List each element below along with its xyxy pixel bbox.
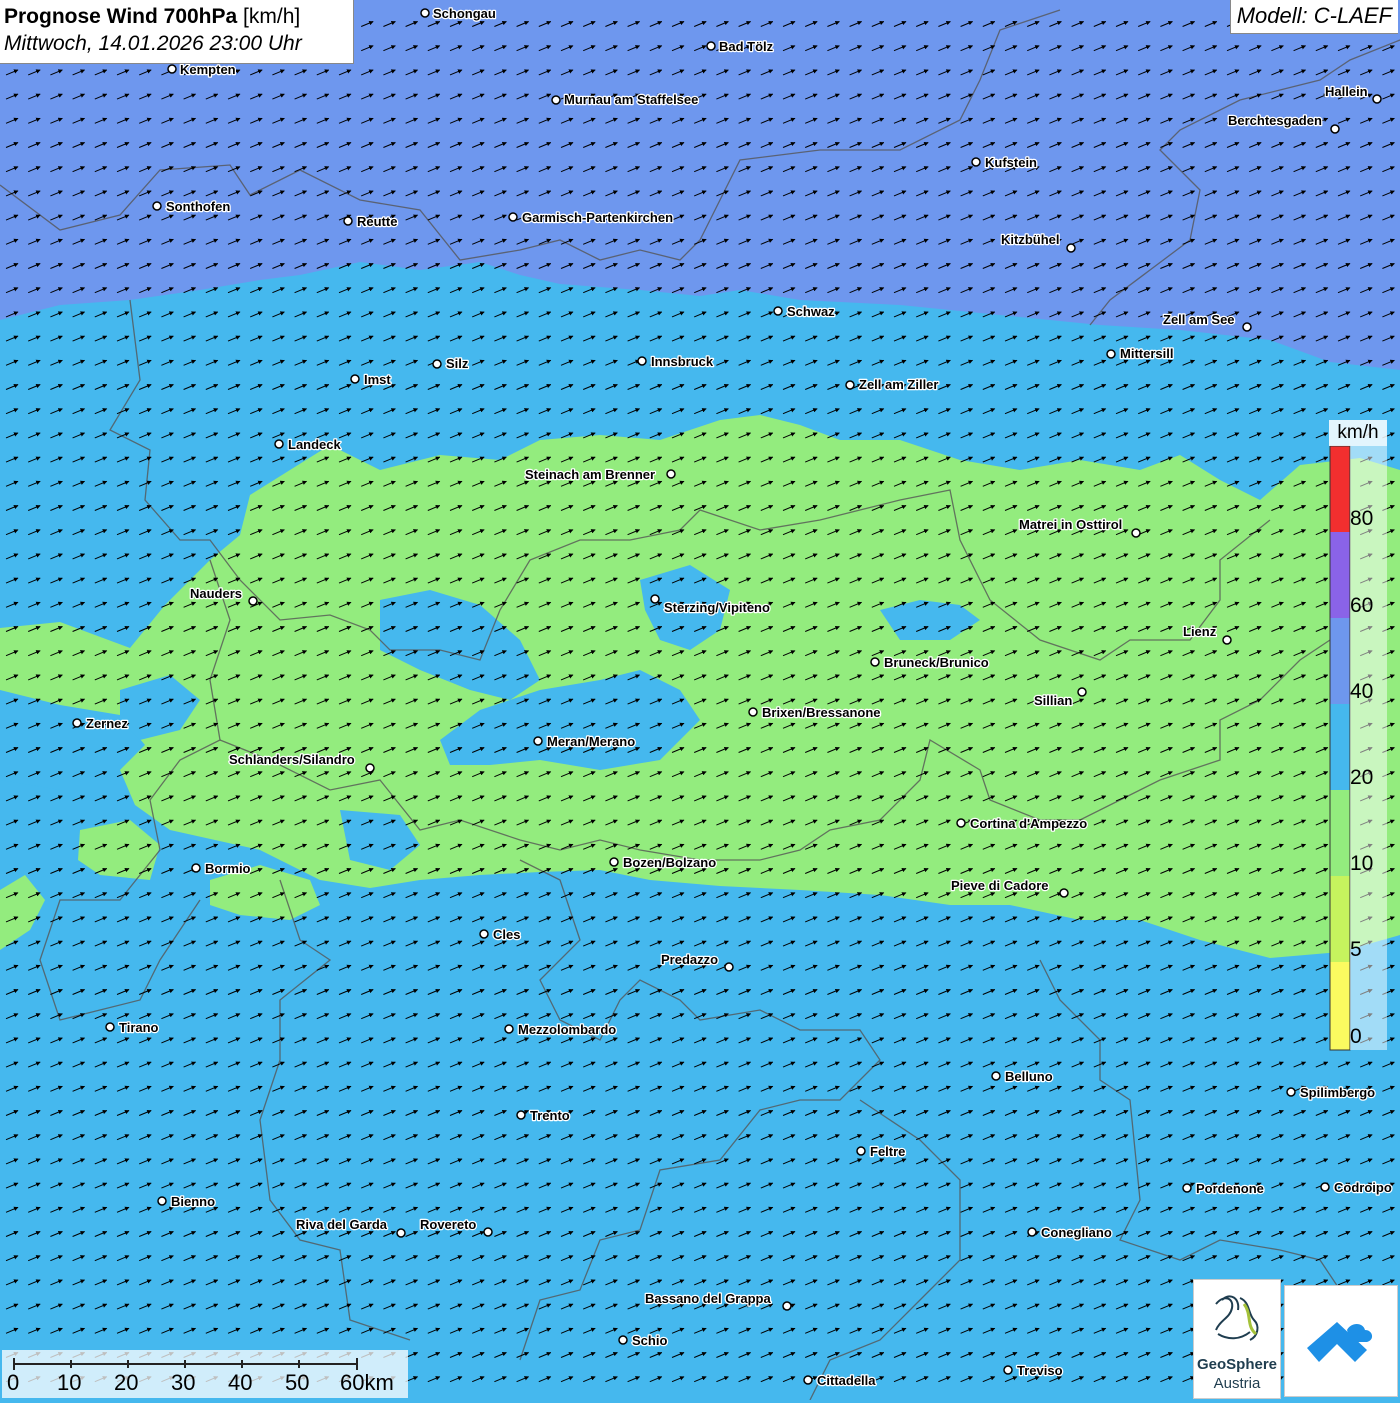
svg-text:Cortina d'Ampezzo: Cortina d'Ampezzo bbox=[970, 816, 1087, 831]
svg-text:Imst: Imst bbox=[364, 372, 391, 387]
svg-text:Spilimbergo: Spilimbergo bbox=[1300, 1085, 1375, 1100]
scale-label-30: 30 bbox=[171, 1370, 196, 1395]
wind-map: Schongau Bad Tölz Kempten Murnau am Staf… bbox=[0, 0, 1400, 1400]
svg-text:Mittersill: Mittersill bbox=[1120, 346, 1173, 361]
svg-text:Bassano del Grappa: Bassano del Grappa bbox=[645, 1291, 771, 1306]
svg-text:Hallein: Hallein bbox=[1325, 84, 1368, 99]
svg-text:Steinach am Brenner: Steinach am Brenner bbox=[525, 467, 655, 482]
legend-label-60: 60 bbox=[1350, 594, 1374, 617]
svg-text:Bozen/Bolzano: Bozen/Bolzano bbox=[623, 855, 716, 870]
city-pordenone: Pordenone bbox=[1182, 1180, 1265, 1197]
svg-text:Sterzing/Vipiteno: Sterzing/Vipiteno bbox=[664, 600, 770, 615]
city-garmisch: Garmisch-Partenkirchen bbox=[508, 209, 674, 226]
svg-text:Lienz: Lienz bbox=[1183, 624, 1217, 639]
scale-label-60km: 60km bbox=[340, 1370, 394, 1395]
svg-text:Berchtesgaden: Berchtesgaden bbox=[1228, 113, 1322, 128]
city-murnau: Murnau am Staffelsee bbox=[551, 91, 700, 108]
svg-text:Sillian: Sillian bbox=[1034, 693, 1072, 708]
svg-text:Zell am Ziller: Zell am Ziller bbox=[859, 377, 938, 392]
legend-label-10: 10 bbox=[1350, 852, 1374, 875]
svg-text:Kempten: Kempten bbox=[180, 62, 236, 77]
svg-text:Pordenone: Pordenone bbox=[1196, 1181, 1264, 1196]
scale-label-20: 20 bbox=[114, 1370, 139, 1395]
scale-label-10: 10 bbox=[57, 1370, 82, 1395]
city-mezzolombardo: Mezzolombardo bbox=[504, 1021, 618, 1038]
map-title: Prognose Wind 700hPa [km/h] bbox=[4, 5, 301, 28]
scale-label-50: 50 bbox=[285, 1370, 310, 1395]
svg-text:Meran/Merano: Meran/Merano bbox=[547, 734, 635, 749]
legend-label-0: 0 bbox=[1350, 1025, 1362, 1048]
legend-colorbar bbox=[1329, 445, 1351, 1051]
geosphere-logo: GeoSphere Austria bbox=[1193, 1279, 1281, 1399]
svg-text:Brixen/Bressanone: Brixen/Bressanone bbox=[762, 705, 881, 720]
svg-text:Cles: Cles bbox=[493, 927, 520, 942]
svg-text:Matrei in Osttirol: Matrei in Osttirol bbox=[1019, 517, 1122, 532]
svg-text:Cittadella: Cittadella bbox=[817, 1373, 876, 1388]
svg-text:Bormio: Bormio bbox=[205, 861, 251, 876]
svg-text:Predazzo: Predazzo bbox=[661, 952, 718, 967]
legend-label-40: 40 bbox=[1350, 680, 1374, 703]
logo-line2: Austria bbox=[1213, 1375, 1261, 1392]
svg-text:Schwaz: Schwaz bbox=[787, 304, 835, 319]
city-cortina: Cortina d'Ampezzo bbox=[956, 815, 1089, 832]
svg-text:Treviso: Treviso bbox=[1017, 1363, 1063, 1378]
forecast-datetime: Mittwoch, 14.01.2026 23:00 Uhr bbox=[4, 32, 302, 55]
svg-text:Kitzbühel: Kitzbühel bbox=[1001, 232, 1060, 247]
city-meran: Meran/Merano bbox=[533, 733, 636, 750]
svg-text:Schio: Schio bbox=[632, 1333, 667, 1348]
title-box: Prognose Wind 700hPa [km/h] Mittwoch, 14… bbox=[0, 0, 354, 64]
legend-unit: km/h bbox=[1329, 420, 1387, 446]
svg-text:Mezzolombardo: Mezzolombardo bbox=[518, 1022, 616, 1037]
city-conegliano: Conegliano bbox=[1027, 1224, 1113, 1241]
city-schongau: Schongau bbox=[420, 5, 497, 22]
partner-logo bbox=[1284, 1285, 1398, 1397]
svg-text:Belluno: Belluno bbox=[1005, 1069, 1053, 1084]
svg-text:Bienno: Bienno bbox=[171, 1194, 215, 1209]
svg-text:Landeck: Landeck bbox=[288, 437, 342, 452]
svg-text:Zernez: Zernez bbox=[86, 716, 128, 731]
svg-text:Pieve di Cadore: Pieve di Cadore bbox=[951, 878, 1049, 893]
svg-text:Riva del Garda: Riva del Garda bbox=[296, 1217, 388, 1232]
city-bruneck: Bruneck/Brunico bbox=[870, 654, 990, 671]
svg-text:Zell am See: Zell am See bbox=[1163, 312, 1235, 327]
city-brixen: Brixen/Bressanone bbox=[748, 704, 882, 721]
city-steinach: Steinach am Brenner bbox=[524, 466, 676, 483]
mountain-cloud-icon bbox=[1307, 1322, 1373, 1362]
model-label: Modell: C-LAEF bbox=[1229, 0, 1398, 34]
svg-text:Nauders: Nauders bbox=[190, 586, 242, 601]
svg-text:Codroipo: Codroipo bbox=[1334, 1180, 1392, 1195]
legend-label-20: 20 bbox=[1350, 766, 1374, 789]
scale-label-40: 40 bbox=[228, 1370, 253, 1395]
svg-text:Trento: Trento bbox=[530, 1108, 570, 1123]
city-zell-am-ziller: Zell am Ziller bbox=[845, 376, 940, 393]
svg-text:Bad Tölz: Bad Tölz bbox=[719, 39, 774, 54]
svg-text:Garmisch-Partenkirchen: Garmisch-Partenkirchen bbox=[522, 210, 673, 225]
city-spilimbergo: Spilimbergo bbox=[1286, 1084, 1376, 1101]
legend-label-80: 80 bbox=[1350, 507, 1374, 530]
svg-text:Bruneck/Brunico: Bruneck/Brunico bbox=[884, 655, 989, 670]
logo-line1: GeoSphere bbox=[1196, 1356, 1278, 1373]
svg-text:Conegliano: Conegliano bbox=[1041, 1225, 1112, 1240]
city-bozen: Bozen/Bolzano bbox=[609, 854, 717, 871]
svg-text:Innsbruck: Innsbruck bbox=[651, 354, 714, 369]
svg-text:Silz: Silz bbox=[446, 356, 469, 371]
svg-text:Murnau am Staffelsee: Murnau am Staffelsee bbox=[564, 92, 698, 107]
svg-text:Reutte: Reutte bbox=[357, 214, 397, 229]
legend-label-5: 5 bbox=[1350, 938, 1362, 961]
svg-text:Feltre: Feltre bbox=[870, 1144, 905, 1159]
svg-text:Rovereto: Rovereto bbox=[420, 1217, 476, 1232]
svg-text:Sonthofen: Sonthofen bbox=[166, 199, 230, 214]
scale-label-0: 0 bbox=[7, 1370, 20, 1395]
svg-text:Schongau: Schongau bbox=[433, 6, 496, 21]
svg-text:Kufstein: Kufstein bbox=[985, 155, 1037, 170]
svg-text:Tirano: Tirano bbox=[119, 1020, 159, 1035]
geosphere-emblem-icon bbox=[1215, 1295, 1259, 1341]
svg-text:Schlanders/Silandro: Schlanders/Silandro bbox=[229, 752, 355, 767]
